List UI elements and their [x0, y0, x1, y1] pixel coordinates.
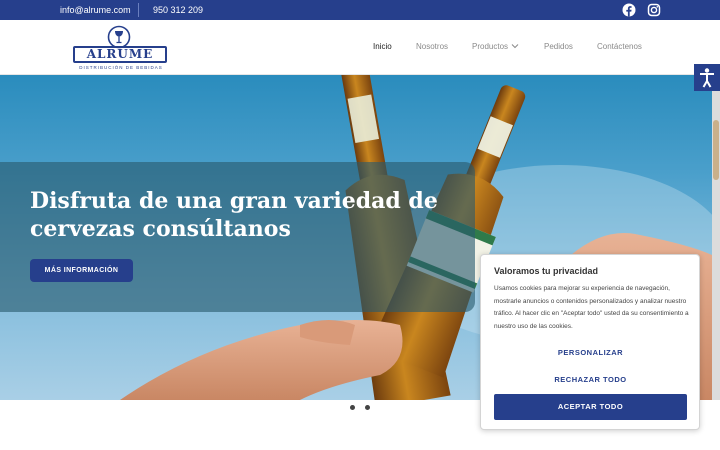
alrume-logo[interactable]: ALRUME DISTRIBUCIÓN DE BEBIDAS — [70, 24, 172, 72]
accessibility-icon — [700, 68, 714, 88]
accept-all-button[interactable]: ACEPTAR TODO — [494, 394, 687, 420]
logo-brand-text: ALRUME — [73, 46, 167, 63]
scrollbar-thumb[interactable] — [713, 120, 719, 180]
chevron-down-icon[interactable] — [511, 43, 519, 49]
more-info-button[interactable]: MÁS INFORMACIÓN — [30, 259, 133, 282]
nav-item-nosotros[interactable]: Nosotros — [416, 42, 448, 51]
accessibility-button[interactable] — [694, 64, 720, 91]
hero-title: Disfruta de una gran variedad de cerveza… — [30, 188, 438, 242]
nav-item-inicio[interactable]: Inicio — [373, 42, 392, 51]
nav-item-pedidos[interactable]: Pedidos — [544, 42, 573, 51]
nav-item-productos[interactable]: Productos — [472, 42, 508, 51]
reject-all-button[interactable]: RECHAZAR TODO — [494, 375, 687, 384]
cookie-consent-panel: Valoramos tu privacidad Usamos cookies p… — [480, 254, 700, 430]
facebook-icon[interactable] — [622, 3, 636, 17]
site-header: ALRUME DISTRIBUCIÓN DE BEBIDAS Inicio No… — [0, 20, 720, 75]
instagram-icon[interactable] — [647, 3, 661, 17]
slider-dot-2[interactable] — [365, 405, 370, 410]
nav-item-contactenos[interactable]: Contáctenos — [597, 42, 642, 51]
slider-dot-1[interactable] — [350, 405, 355, 410]
cookie-title: Valoramos tu privacidad — [494, 266, 599, 276]
divider — [138, 3, 139, 17]
contact-email-link[interactable]: info@alrume.com — [60, 5, 131, 15]
cookie-text: Usamos cookies para mejorar su experienc… — [494, 285, 689, 330]
customize-cookies-button[interactable]: PERSONALIZAR — [494, 348, 687, 357]
top-bar: info@alrume.com 950 312 209 — [0, 0, 720, 20]
contact-phone-link[interactable]: 950 312 209 — [153, 5, 203, 15]
logo-tagline: DISTRIBUCIÓN DE BEBIDAS — [79, 65, 163, 70]
